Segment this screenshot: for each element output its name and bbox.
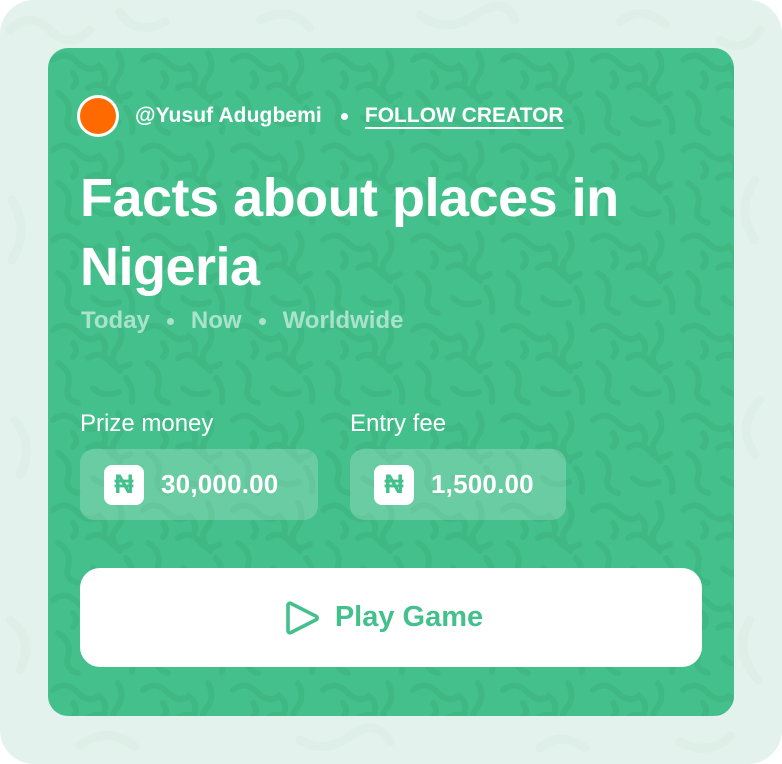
prize-money-value: 30,000.00 xyxy=(161,469,279,499)
meta-date: Today xyxy=(81,307,150,334)
separator-dot xyxy=(166,317,174,325)
avatar[interactable] xyxy=(80,98,116,134)
prize-money-box: ₦ 30,000.00 xyxy=(80,449,318,520)
entry-fee-value: 1,500.00 xyxy=(431,469,534,499)
creator-handle[interactable]: @Yusuf Adugbemi xyxy=(135,104,322,128)
naira-icon: ₦ xyxy=(104,464,144,505)
play-icon xyxy=(286,600,319,635)
game-meta: Today Now Worldwide xyxy=(81,307,403,335)
separator-dot xyxy=(340,112,348,120)
game-card: @Yusuf Adugbemi FOLLOW CREATOR Facts abo… xyxy=(48,48,734,716)
play-game-button[interactable]: Play Game xyxy=(80,568,702,667)
meta-region: Worldwide xyxy=(282,307,404,334)
separator-dot xyxy=(258,317,266,325)
entry-fee-box: ₦ 1,500.00 xyxy=(350,449,566,520)
meta-time: Now xyxy=(190,307,242,334)
entry-fee-stat: Entry fee ₦ 1,500.00 xyxy=(350,406,566,520)
play-game-label: Play Game xyxy=(334,601,484,633)
game-title: Facts about places in Nigeria xyxy=(80,168,619,297)
creator-row: @Yusuf Adugbemi FOLLOW CREATOR xyxy=(80,98,564,134)
outer-frame: @Yusuf Adugbemi FOLLOW CREATOR Facts abo… xyxy=(0,0,782,764)
naira-icon: ₦ xyxy=(374,464,414,505)
prize-money-stat: Prize money ₦ 30,000.00 xyxy=(80,406,318,520)
follow-creator-link[interactable]: FOLLOW CREATOR xyxy=(365,104,564,128)
entry-fee-label: Entry fee xyxy=(350,410,447,437)
prize-money-label: Prize money xyxy=(80,410,214,437)
